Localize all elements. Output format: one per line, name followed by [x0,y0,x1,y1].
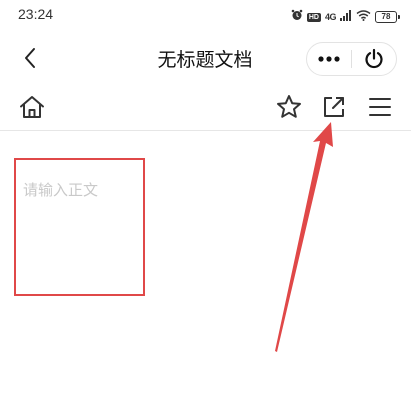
editor-placeholder: 请输入正文 [23,181,99,199]
back-button[interactable] [14,42,46,74]
status-icons: HD 4G 78 [291,8,400,26]
wifi-icon [356,8,371,26]
editor-toolbar [0,84,411,130]
editor-body-input[interactable]: 请输入正文 [14,158,145,296]
chevron-left-icon [25,48,35,68]
external-link-icon [324,97,344,117]
document-editor-screen: 23:24 HD 4G 78 无标题文档 请输入正文 [0,0,411,407]
menu-button[interactable] [365,92,395,122]
more-button[interactable] [307,43,351,75]
toolbar-divider [0,130,411,131]
nav-bar: 无标题文档 [0,32,411,84]
home-button[interactable] [17,92,47,122]
battery-icon: 78 [375,11,400,23]
hamburger-menu-icon [369,98,391,116]
favorite-button[interactable] [274,92,304,122]
close-button[interactable] [352,43,396,75]
mini-program-capsule [306,42,397,76]
share-button[interactable] [319,92,349,122]
network-type: 4G [324,12,337,22]
status-time: 23:24 [18,6,54,22]
more-dots-icon [318,56,340,62]
power-icon [365,48,383,69]
star-icon [277,95,301,118]
signal-icon [340,8,352,26]
home-icon [20,96,44,118]
alarm-icon [291,8,303,26]
page-title: 无标题文档 [157,49,253,71]
hd-badge: HD [306,12,321,22]
status-bar: 23:24 HD 4G 78 [0,0,411,32]
